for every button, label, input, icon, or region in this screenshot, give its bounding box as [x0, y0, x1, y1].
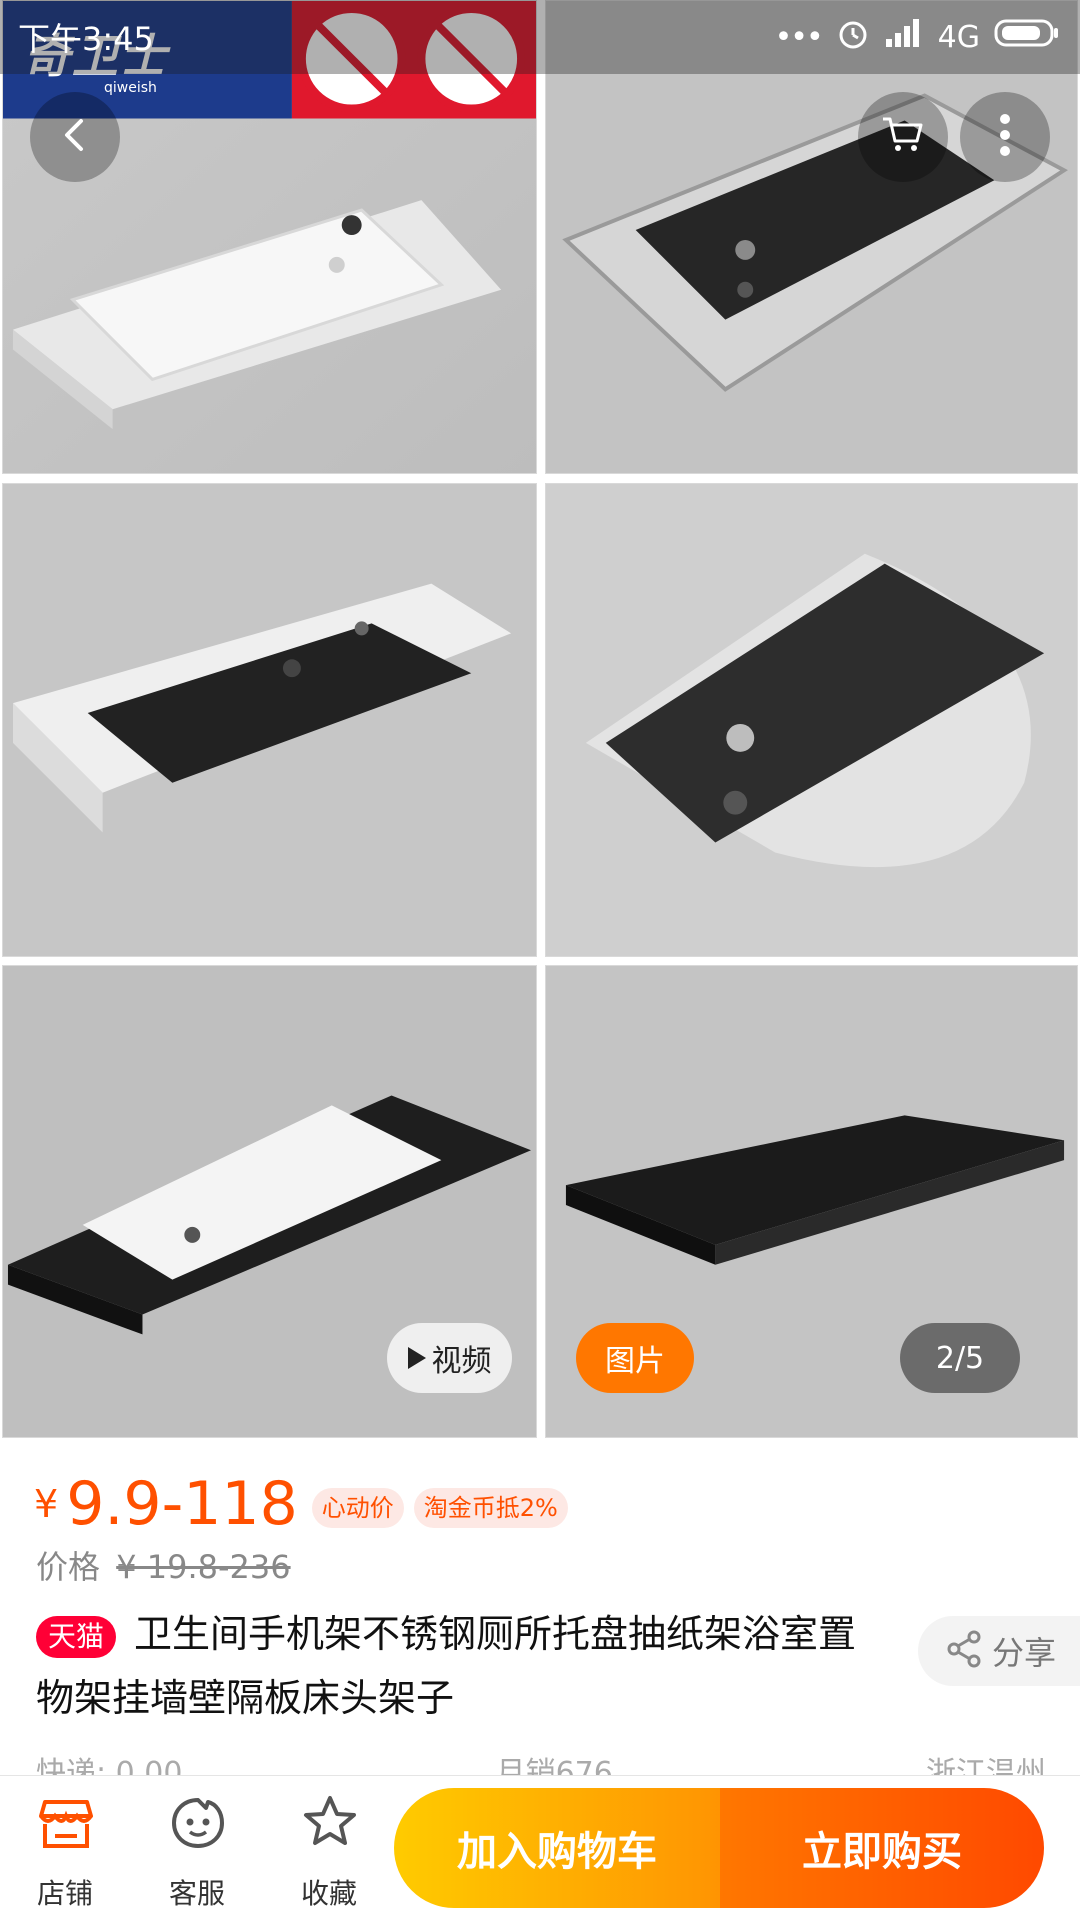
- share-button[interactable]: 分享: [918, 1616, 1080, 1686]
- image-counter: 2/5: [900, 1323, 1020, 1393]
- signal-icon: [884, 17, 924, 57]
- store-icon: [39, 1798, 93, 1854]
- cart-button[interactable]: [858, 92, 948, 182]
- buy-now-button[interactable]: 立即购买: [720, 1788, 1044, 1908]
- back-button[interactable]: [30, 92, 120, 182]
- favorite-tab[interactable]: 收藏: [274, 1776, 384, 1921]
- store-label: 店铺: [36, 1877, 93, 1910]
- more-vertical-icon: [999, 113, 1011, 161]
- star-icon: [302, 1794, 358, 1854]
- network-type: 4G: [937, 19, 980, 55]
- original-price-row: 价格 ¥ 19.8-236: [36, 1542, 291, 1588]
- more-menu-button[interactable]: [960, 92, 1050, 182]
- video-button[interactable]: 视频: [387, 1323, 512, 1393]
- gallery-image-3[interactable]: [2, 483, 537, 957]
- battery-icon: [994, 17, 1060, 57]
- meta-row: 快递: 0.00 月销676 浙江温州: [36, 1748, 1046, 1776]
- gallery-image-4[interactable]: [545, 483, 1078, 957]
- share-label: 分享: [992, 1634, 1057, 1672]
- status-time: 下午3:45: [18, 20, 154, 58]
- ship-location: 浙江温州: [926, 1756, 1046, 1776]
- customer-service-icon: [170, 1796, 226, 1854]
- shipping-fee: 快递: 0.00: [36, 1756, 183, 1776]
- customer-service-tab[interactable]: 客服: [142, 1776, 252, 1921]
- original-price-value: ¥ 19.8-236: [116, 1548, 291, 1586]
- price-row: ¥ 9.9-118 心动价 淘金币抵2%: [34, 1474, 568, 1534]
- monthly-sales: 月销676: [495, 1756, 613, 1776]
- favorite-label: 收藏: [300, 1877, 357, 1910]
- price-tag-badge: 心动价: [311, 1488, 404, 1528]
- status-bar: 下午3:45 ••• 4G: [0, 0, 1080, 74]
- product-info: ¥ 9.9-118 心动价 淘金币抵2% 价格 ¥ 19.8-236 天猫 卫生间…: [0, 1438, 1080, 1778]
- product-title-text: 卫生间手机架不锈钢厕所托盘抽纸架浴室置物架挂墙壁隔板床头架子: [36, 1612, 857, 1720]
- currency-symbol: ¥: [34, 1482, 59, 1526]
- tmall-badge: 天猫: [36, 1615, 117, 1658]
- customer-service-label: 客服: [168, 1877, 225, 1910]
- cart-icon: [881, 115, 925, 159]
- image-counter-text: 2/5: [935, 1340, 985, 1376]
- original-price-label: 价格: [36, 1548, 101, 1586]
- brand-logo-latin: qiweish: [104, 80, 157, 96]
- store-tab[interactable]: 店铺: [10, 1776, 120, 1921]
- bottom-action-bar: 店铺 客服 收藏 加入购物车 立即购买: [0, 1775, 1080, 1921]
- play-icon: [407, 1347, 426, 1369]
- image-tab-label: 图片: [605, 1344, 665, 1379]
- product-image-gallery[interactable]: 奇卫士 qiweish 视频 图片 2/5: [0, 0, 1080, 1438]
- video-label: 视频: [431, 1344, 492, 1379]
- status-icons: ••• 4G: [775, 12, 1060, 62]
- price-value: 9.9-118: [66, 1469, 298, 1539]
- alarm-icon: [836, 16, 870, 58]
- coin-discount-badge: 淘金币抵2%: [413, 1488, 568, 1528]
- product-title: 天猫 卫生间手机架不锈钢厕所托盘抽纸架浴室置物架挂墙壁隔板床头架子: [36, 1602, 886, 1730]
- share-icon: [946, 1630, 982, 1672]
- image-tab-button[interactable]: 图片: [576, 1323, 694, 1393]
- more-dots-icon: •••: [774, 19, 824, 55]
- chevron-left-icon: [57, 117, 93, 157]
- buy-now-label: 立即购买: [802, 1829, 962, 1875]
- add-to-cart-button[interactable]: 加入购物车: [394, 1788, 720, 1908]
- add-to-cart-label: 加入购物车: [457, 1829, 657, 1875]
